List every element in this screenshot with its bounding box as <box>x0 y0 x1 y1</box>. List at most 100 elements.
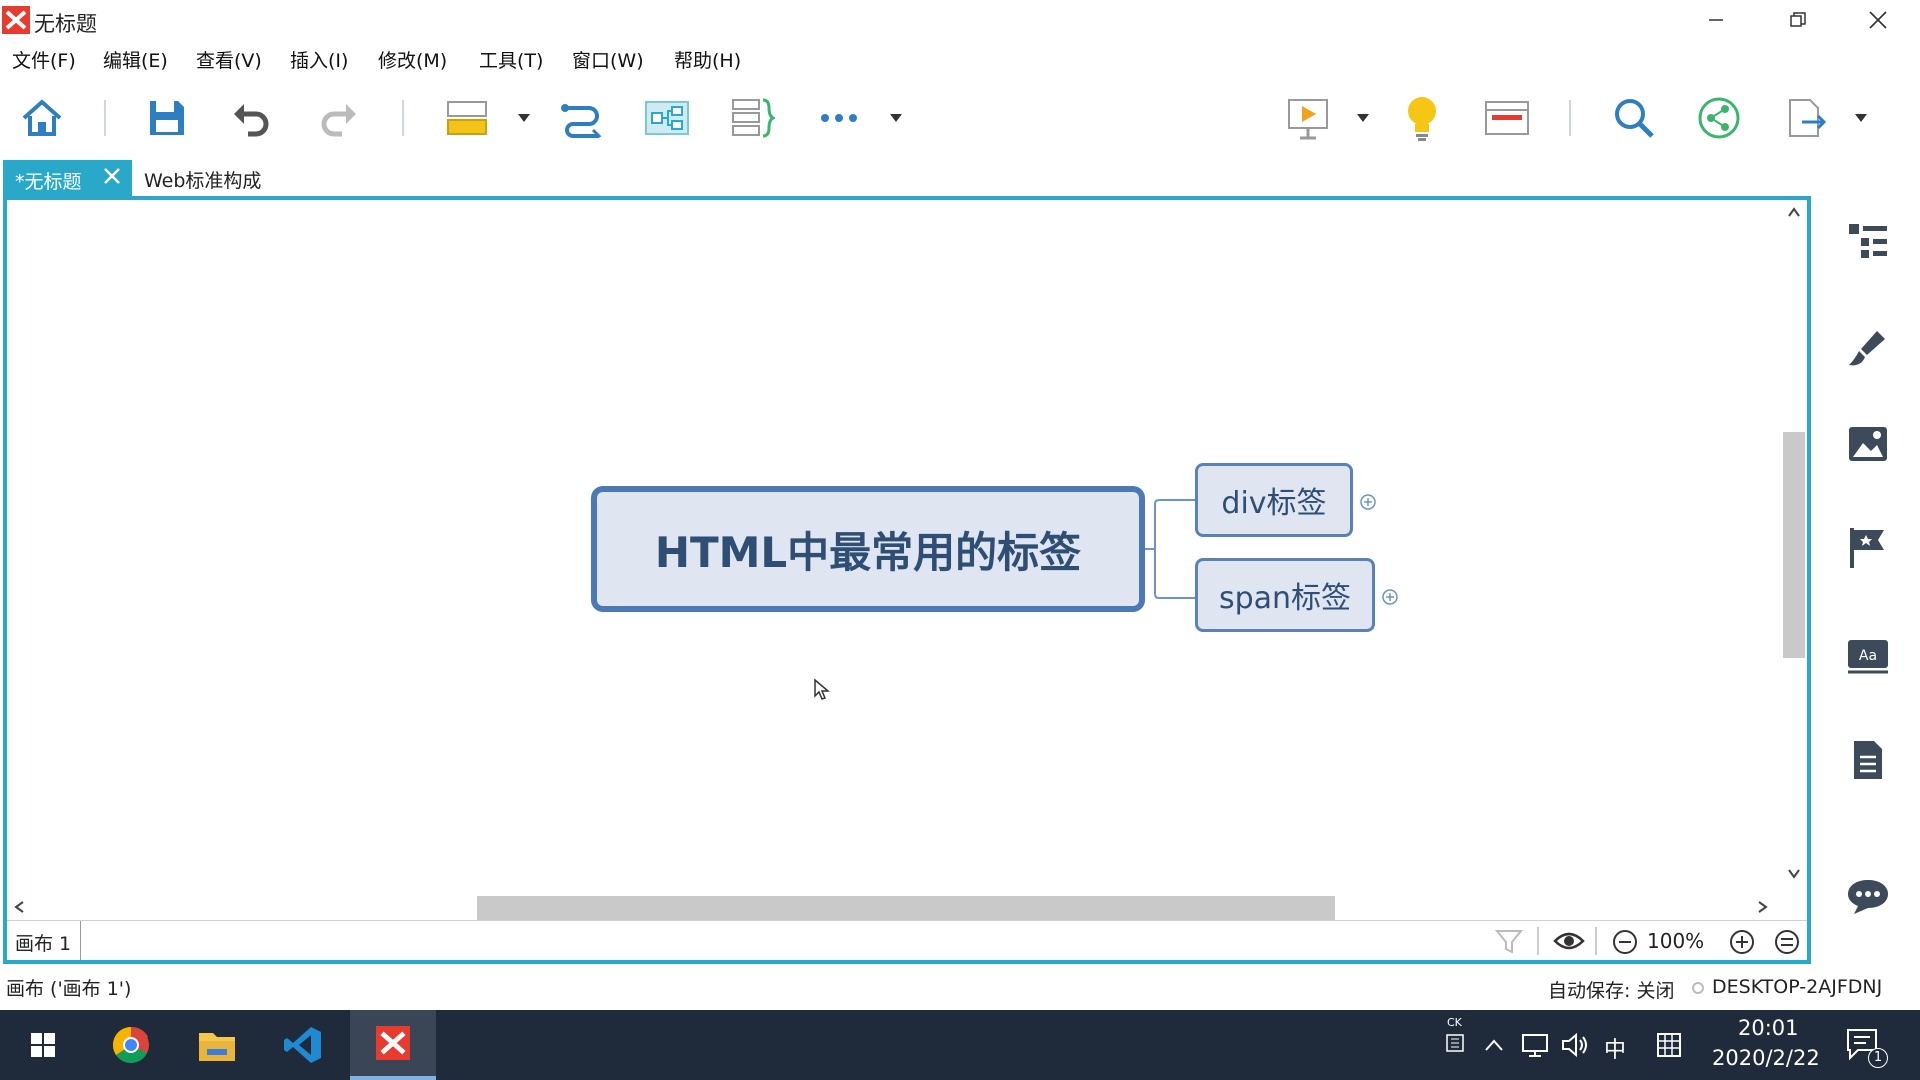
chevron-down-icon[interactable] <box>1787 868 1801 880</box>
toolbar <box>0 78 1920 158</box>
expand-icon[interactable] <box>1359 493 1377 511</box>
minimize-button[interactable] <box>1676 0 1756 40</box>
image-panel-button[interactable] <box>1844 420 1892 468</box>
topic-button[interactable] <box>441 92 493 144</box>
horizontal-scrollbar[interactable] <box>7 892 1807 920</box>
window-title: 无标题 <box>34 12 97 36</box>
home-button[interactable] <box>16 92 68 144</box>
menu-edit[interactable]: 编辑(E) <box>103 46 168 73</box>
document-icon <box>1854 741 1882 779</box>
undo-button[interactable] <box>226 92 278 144</box>
menu-window[interactable]: 窗口(W) <box>572 46 644 73</box>
menu-tools[interactable]: 工具(T) <box>479 46 543 73</box>
sheet-tab[interactable]: 画布 1 <box>7 921 81 960</box>
clock-time[interactable]: 20:01 <box>1738 1016 1799 1040</box>
mindmap-canvas[interactable]: HTML中最常用的标签 div标签 span标签 <box>7 200 1779 892</box>
input-method-grid-icon[interactable] <box>1656 1032 1682 1058</box>
xmind-icon <box>376 1026 410 1060</box>
taskbar-vscode[interactable] <box>260 1010 346 1080</box>
search-button[interactable] <box>1608 92 1660 144</box>
menu-help[interactable]: 帮助(H) <box>674 46 741 73</box>
chevron-down-icon[interactable] <box>888 112 904 124</box>
chevron-down-icon[interactable] <box>516 112 532 124</box>
ime-mode[interactable]: 中 <box>1604 1032 1626 1064</box>
expand-icon[interactable] <box>1381 588 1399 606</box>
comment-icon <box>1848 880 1888 914</box>
export-button[interactable] <box>1780 92 1832 144</box>
toolbar-separator <box>1569 100 1571 136</box>
summary-button[interactable] <box>726 92 778 144</box>
subtopic-div[interactable]: div标签 <box>1195 463 1353 537</box>
share-button[interactable] <box>1693 92 1745 144</box>
outline-panel-button[interactable] <box>1844 218 1892 266</box>
boundary-icon <box>645 101 689 135</box>
export-icon <box>1789 99 1827 137</box>
restore-button[interactable] <box>1758 0 1838 40</box>
presentation-button[interactable] <box>1282 92 1334 144</box>
comments-panel-button[interactable] <box>1844 872 1892 920</box>
toolbar-separator <box>402 100 404 136</box>
windows-icon <box>31 1033 55 1057</box>
zoom-in-icon[interactable] <box>1729 929 1755 955</box>
undo-icon <box>234 104 269 137</box>
clock-date[interactable]: 2020/2/22 <box>1712 1046 1820 1070</box>
notes-panel-button[interactable] <box>1844 736 1892 784</box>
menu-modify[interactable]: 修改(M) <box>378 46 447 73</box>
tab-close-button[interactable] <box>99 163 125 189</box>
ime-label: CK <box>1447 1016 1462 1029</box>
eye-icon[interactable] <box>1553 929 1585 953</box>
save-button[interactable] <box>141 92 193 144</box>
tab-label: *无标题 <box>15 171 82 193</box>
close-icon <box>104 168 120 184</box>
separator <box>1595 927 1597 955</box>
chevron-left-icon[interactable] <box>13 900 25 914</box>
boundary-button[interactable] <box>641 92 693 144</box>
tab-web-standards[interactable]: Web标准构成 <box>144 166 261 193</box>
taskbar-file-explorer[interactable] <box>174 1010 260 1080</box>
volume-icon[interactable] <box>1560 1032 1590 1058</box>
vertical-scroll-thumb[interactable] <box>1783 432 1805 658</box>
close-window-button[interactable] <box>1838 0 1918 40</box>
brainstorm-button[interactable] <box>1396 92 1448 144</box>
menu-view[interactable]: 查看(V) <box>196 46 262 73</box>
network-icon[interactable] <box>1520 1032 1550 1058</box>
chevron-up-icon[interactable] <box>1484 1038 1504 1052</box>
filter-icon[interactable] <box>1495 929 1523 955</box>
vertical-scrollbar[interactable] <box>1779 200 1807 892</box>
right-panel: Aa <box>1812 196 1920 964</box>
taskbar: CK 中 20:01 2020/2/22 1 <box>0 1010 1920 1080</box>
chevron-up-icon[interactable] <box>1787 206 1801 218</box>
outliner-button[interactable] <box>1481 92 1533 144</box>
format-panel-button[interactable] <box>1844 324 1892 372</box>
chevron-down-icon[interactable] <box>1853 112 1869 124</box>
outline-icon <box>1849 224 1887 258</box>
redo-button[interactable] <box>312 92 364 144</box>
tab-bar: *无标题 Web标准构成 <box>0 158 1920 196</box>
flag-icon <box>1850 528 1884 568</box>
central-topic[interactable]: HTML中最常用的标签 <box>591 486 1145 612</box>
chevron-down-icon[interactable] <box>1355 112 1371 124</box>
more-button[interactable] <box>813 92 865 144</box>
marker-panel-button[interactable] <box>1844 524 1892 572</box>
gantt-icon <box>1485 101 1529 135</box>
relationship-button[interactable] <box>555 92 607 144</box>
autosave-status[interactable]: 自动保存: 关闭 <box>1548 976 1674 1003</box>
status-dot-icon <box>1692 982 1704 994</box>
keyboard-icon[interactable] <box>1446 1034 1464 1052</box>
start-button[interactable] <box>0 1010 86 1080</box>
tab-untitled[interactable]: *无标题 <box>3 160 132 196</box>
menu-file[interactable]: 文件(F) <box>12 46 76 73</box>
chevron-right-icon[interactable] <box>1757 900 1769 914</box>
taskbar-chrome[interactable] <box>88 1010 174 1080</box>
text-panel-button[interactable]: Aa <box>1844 632 1892 680</box>
taskbar-xmind[interactable] <box>350 1010 436 1080</box>
mouse-cursor-icon <box>814 678 831 700</box>
zoom-out-icon[interactable] <box>1612 929 1638 955</box>
subtopic-span[interactable]: span标签 <box>1195 558 1375 632</box>
horizontal-scroll-thumb[interactable] <box>477 896 1335 920</box>
fit-map-icon[interactable] <box>1774 929 1800 955</box>
menu-insert[interactable]: 插入(I) <box>290 46 348 73</box>
save-icon <box>150 101 184 135</box>
vscode-icon <box>284 1027 321 1063</box>
share-icon <box>1698 97 1740 139</box>
